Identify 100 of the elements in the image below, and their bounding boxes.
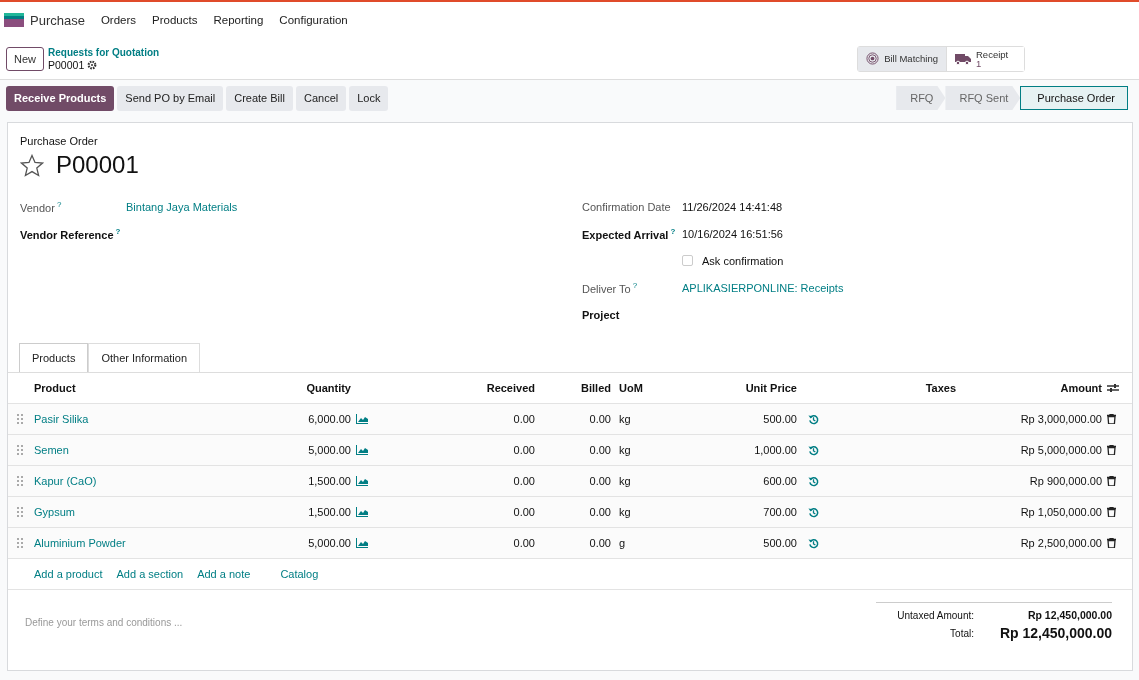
- history-icon[interactable]: [808, 475, 819, 487]
- menu-item[interactable]: Reporting: [213, 14, 264, 26]
- column-settings-icon[interactable]: [1107, 383, 1119, 393]
- forecast-chart-icon[interactable]: [356, 537, 368, 548]
- uom-cell-text: g: [618, 537, 627, 549]
- star-icon[interactable]: [20, 153, 44, 177]
- billed-cell-text: 0.00: [588, 444, 612, 456]
- menu-item[interactable]: Orders: [100, 14, 137, 26]
- field-label: Confirmation Date: [582, 200, 671, 213]
- uom-cell-text: kg: [618, 444, 632, 456]
- received-cell-text: 0.00: [512, 444, 536, 456]
- amount-cell-text: Rp 2,500,000.00: [1019, 537, 1103, 549]
- trash-icon[interactable]: [1107, 445, 1116, 455]
- action-button[interactable]: Create Bill: [226, 85, 293, 111]
- tab[interactable]: Other Information: [88, 343, 200, 373]
- uom-cell-text: kg: [618, 475, 632, 487]
- gear-icon[interactable]: [87, 60, 98, 70]
- trash-icon[interactable]: [1107, 414, 1116, 424]
- trash-icon[interactable]: [1107, 476, 1116, 486]
- unit-price-cell-text: 700.00: [762, 506, 798, 518]
- menu-item[interactable]: Configuration: [279, 14, 348, 26]
- vendor-link[interactable]: Bintang Jaya Materials: [126, 200, 238, 213]
- billed-cell-text: 0.00: [588, 413, 612, 425]
- field-label: Vendor: [20, 201, 55, 214]
- product-link[interactable]: Kapur (CaO): [29, 475, 261, 487]
- app-logo-icon: [4, 13, 24, 27]
- field-label: Project: [582, 308, 620, 321]
- field-value: 11/26/2024 14:41:48: [682, 200, 783, 213]
- status-step[interactable]: Purchase Order: [1020, 86, 1128, 110]
- action-button[interactable]: Send PO by Email: [117, 85, 224, 111]
- bill-matching-button[interactable]: Bill Matching: [858, 46, 946, 71]
- history-icon[interactable]: [808, 444, 819, 456]
- quantity-cell-text: 1,500.00: [307, 506, 352, 518]
- column-header: Unit Price: [744, 382, 798, 394]
- uom-cell-text: kg: [618, 506, 632, 518]
- product-link[interactable]: Gypsum: [29, 506, 261, 518]
- history-icon[interactable]: [808, 413, 819, 425]
- help-mark: ?: [115, 226, 121, 236]
- record-name: P00001: [48, 58, 85, 72]
- field-link[interactable]: APLIKASIERPONLINE: Receipts: [682, 281, 844, 294]
- column-header: Taxes: [924, 382, 957, 394]
- trash-icon[interactable]: [1107, 538, 1116, 548]
- status-step[interactable]: RFQ: [896, 86, 946, 110]
- forecast-chart-icon[interactable]: [356, 413, 368, 424]
- received-cell-text: 0.00: [512, 413, 536, 425]
- product-link[interactable]: Semen: [29, 444, 261, 456]
- billed-cell-text: 0.00: [588, 537, 612, 549]
- total-label: Total:: [949, 627, 975, 639]
- forecast-chart-icon[interactable]: [356, 444, 368, 455]
- column-header: Product: [33, 382, 77, 394]
- quantity-cell-text: 5,000.00: [307, 444, 352, 456]
- drag-handle-icon[interactable]: [17, 537, 24, 549]
- history-icon[interactable]: [808, 537, 819, 549]
- menu-item[interactable]: Products: [152, 14, 198, 26]
- column-header: UoM: [618, 382, 644, 394]
- action-button[interactable]: Cancel: [295, 85, 347, 111]
- add-link[interactable]: Add a note: [197, 568, 251, 580]
- column-header: Quantity: [305, 382, 352, 394]
- billed-cell-text: 0.00: [588, 475, 612, 487]
- checkbox[interactable]: [682, 255, 693, 266]
- field-label: Vendor Reference: [20, 228, 114, 241]
- help-mark: ?: [632, 280, 638, 290]
- form-caption: Purchase Order: [20, 135, 99, 147]
- forecast-chart-icon[interactable]: [356, 506, 368, 517]
- quantity-cell-text: 6,000.00: [307, 413, 352, 425]
- drag-handle-icon[interactable]: [17, 444, 24, 456]
- drag-handle-icon[interactable]: [17, 413, 24, 425]
- action-button[interactable]: Receive Products: [6, 85, 115, 111]
- add-link[interactable]: Catalog: [280, 568, 319, 580]
- quantity-cell-text: 5,000.00: [307, 537, 352, 549]
- unit-price-cell-text: 500.00: [762, 413, 798, 425]
- target-icon: [866, 52, 880, 65]
- history-icon[interactable]: [808, 506, 819, 518]
- action-button[interactable]: Lock: [349, 85, 389, 111]
- app-name: Purchase: [30, 12, 85, 28]
- help-mark: ?: [670, 226, 676, 236]
- product-link[interactable]: Aluminium Powder: [29, 537, 261, 549]
- unit-price-cell-text: 600.00: [762, 475, 798, 487]
- quantity-cell-text: 1,500.00: [307, 475, 352, 487]
- column-header: Amount: [1059, 382, 1103, 394]
- drag-handle-icon[interactable]: [17, 506, 24, 518]
- trash-icon[interactable]: [1107, 507, 1116, 517]
- add-link[interactable]: Add a section: [116, 568, 184, 580]
- new-button[interactable]: New: [6, 46, 44, 71]
- product-link[interactable]: Pasir Silika: [29, 413, 261, 425]
- status-step[interactable]: RFQ Sent: [945, 86, 1021, 110]
- add-link[interactable]: Add a product: [34, 568, 103, 580]
- column-header: Received: [485, 382, 536, 394]
- forecast-chart-icon[interactable]: [356, 475, 368, 486]
- field-value: 10/16/2024 16:51:56: [682, 227, 783, 240]
- total-value: Rp 12,450,000.00: [1026, 609, 1112, 621]
- drag-handle-icon[interactable]: [17, 475, 24, 487]
- help-mark: ?: [56, 199, 62, 209]
- unit-price-cell-text: 500.00: [762, 537, 798, 549]
- tab[interactable]: Products: [19, 343, 89, 373]
- breadcrumb-link[interactable]: Requests for Quotation: [48, 45, 160, 59]
- truck-icon: [955, 52, 971, 65]
- receipt-button[interactable]: Receipt 1: [946, 46, 1024, 71]
- uom-cell-text: kg: [618, 413, 632, 425]
- field-label: Deliver To: [582, 282, 631, 295]
